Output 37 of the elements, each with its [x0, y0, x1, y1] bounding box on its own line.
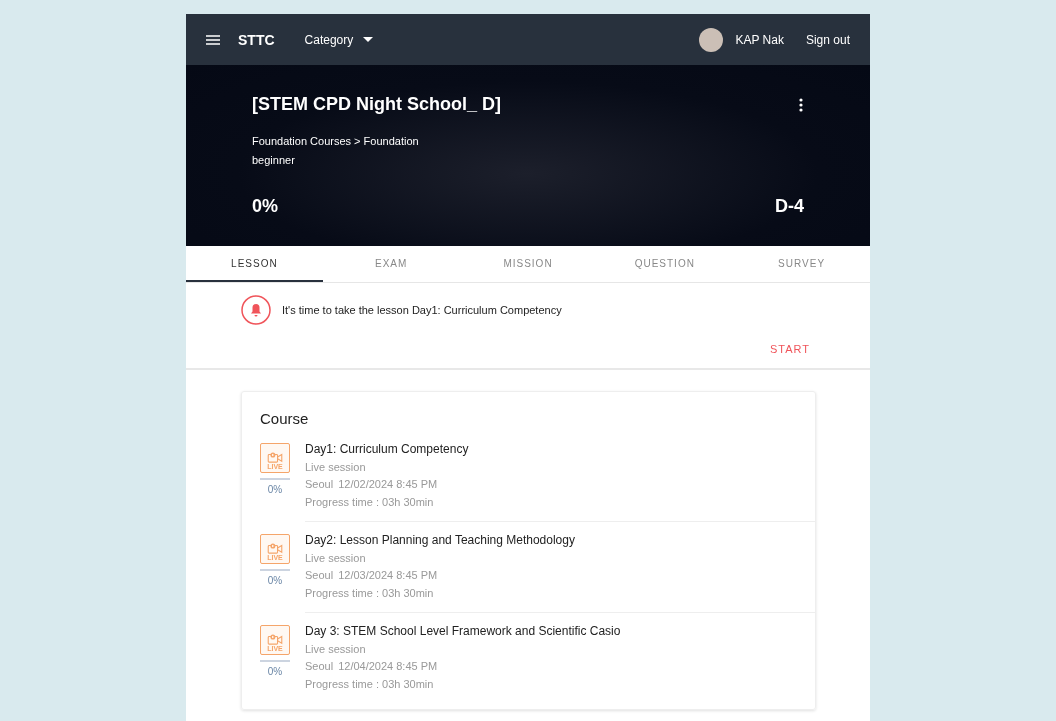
- category-dropdown[interactable]: Category: [304, 32, 374, 47]
- card-title: Course: [260, 410, 310, 427]
- lesson-title[interactable]: Day2: Lesson Planning and Teaching Methodology: [305, 532, 815, 550]
- avatar[interactable]: [699, 27, 724, 52]
- user-name: KAP Nak: [735, 32, 784, 47]
- menu-icon[interactable]: [204, 32, 222, 47]
- lesson-title[interactable]: Day 3: STEM School Level Framework and Scientific Casio: [305, 623, 815, 641]
- caret-icon: [363, 37, 374, 42]
- lesson-type: Live session: [305, 459, 367, 475]
- sign-out-button[interactable]: Sign out: [805, 32, 850, 47]
- tab[interactable]: QUESTION: [596, 246, 734, 282]
- notice-text: It's time to take the lesson Day1: Curriculum Competency: [282, 304, 562, 316]
- lesson-progress: 0%: [267, 665, 283, 677]
- more-icon[interactable]: [798, 96, 804, 113]
- lesson-type: Live session: [305, 641, 367, 657]
- progress-time: Progress time : 03h 30min: [305, 494, 435, 510]
- tab[interactable]: MISSION: [459, 246, 597, 282]
- course-level: beginner: [252, 154, 296, 166]
- tab[interactable]: SURVEY: [733, 246, 870, 282]
- start-button[interactable]: START: [769, 343, 810, 355]
- brand-name[interactable]: STTC: [238, 31, 275, 48]
- tab[interactable]: LESSON: [186, 246, 323, 282]
- progress-time: Progress time : 03h 30min: [305, 676, 435, 692]
- lesson-title[interactable]: Day1: Curriculum Competency: [305, 441, 815, 459]
- course-path: Foundation Courses > Foundation: [252, 135, 420, 147]
- progress-time: Progress time : 03h 30min: [305, 585, 435, 601]
- lesson-schedule: Seoul 12/02/2024 8:45 PM: [305, 477, 439, 492]
- lesson-schedule: Seoul 12/04/2024 8:45 PM: [305, 659, 439, 674]
- bell-icon: [241, 295, 271, 325]
- lesson-progress: 0%: [267, 574, 283, 586]
- tab[interactable]: EXAM: [322, 246, 460, 282]
- course-title: [STEM CPD Night School_ D]: [252, 94, 501, 115]
- days-left: D-4: [775, 196, 804, 217]
- lesson-schedule: Seoul 12/03/2024 8:45 PM: [305, 568, 439, 583]
- lesson-progress: 0%: [267, 483, 283, 495]
- lesson-type: Live session: [305, 550, 367, 566]
- progress-percent: 0%: [252, 196, 278, 217]
